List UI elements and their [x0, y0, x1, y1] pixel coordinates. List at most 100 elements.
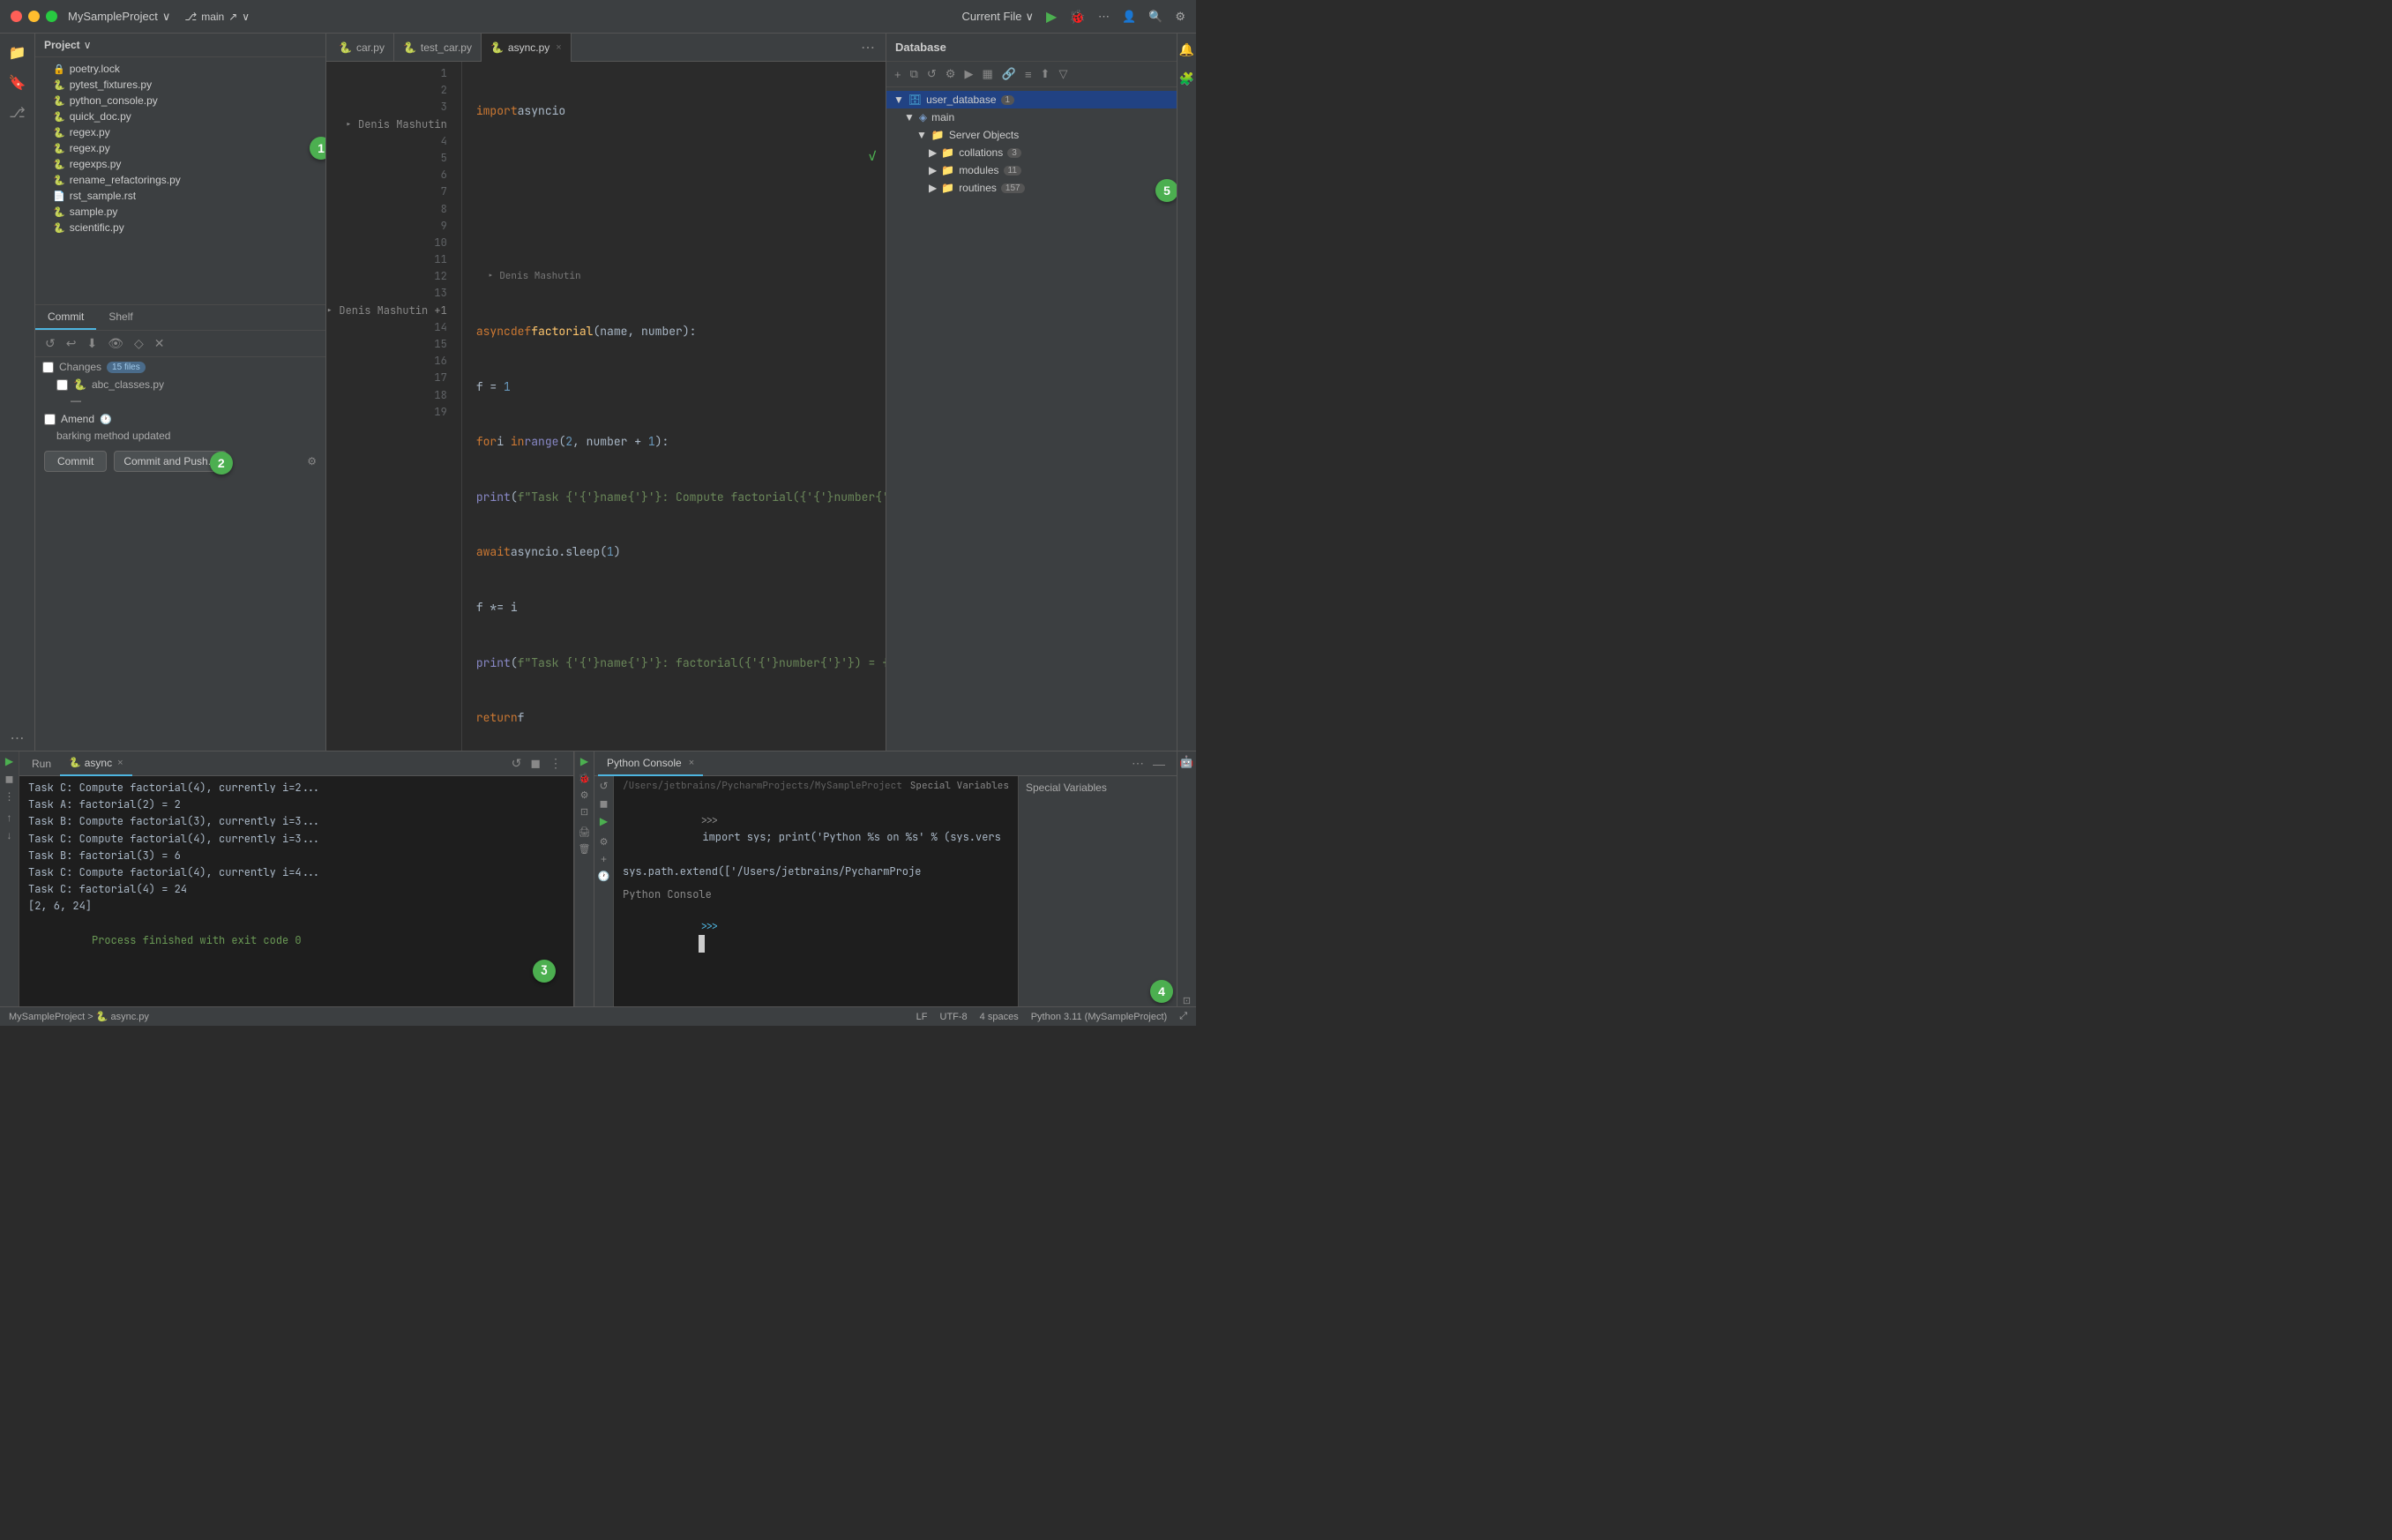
branch-info[interactable]: ⎇ main ↗ ∨	[184, 11, 250, 23]
db-tree-item-schema[interactable]: ▼ ◈ main	[886, 108, 1177, 126]
db-tree-item-database[interactable]: ▼ 🗄 user_database 1	[886, 91, 1177, 108]
user-icon[interactable]: 👤	[1122, 10, 1136, 24]
list-item[interactable]: 🔒 poetry.lock	[35, 61, 325, 77]
run-trash-icon[interactable]: 🗑	[579, 843, 591, 855]
run-play-icon[interactable]: ▶	[5, 755, 13, 767]
commit-button[interactable]: Commit	[44, 451, 107, 472]
settings-gear-icon[interactable]: ⚙	[307, 455, 317, 467]
console-refresh-icon[interactable]: ↺	[599, 780, 608, 792]
db-filter-btn[interactable]: ▽	[1056, 65, 1070, 83]
settings-icon[interactable]: ⚙	[1175, 10, 1185, 24]
tab-car-py[interactable]: 🐍 car.py	[330, 34, 394, 62]
commit-push-button[interactable]: Commit and Push... 2	[114, 451, 226, 472]
refresh-btn[interactable]: ↺	[42, 334, 58, 353]
db-layout-btn[interactable]: ≡	[1022, 66, 1035, 83]
current-file-button[interactable]: Current File ∨	[962, 10, 1034, 24]
db-tree-item-routines[interactable]: ▶ 📁 routines 157 5	[886, 179, 1177, 197]
run-up-icon[interactable]: ↑	[7, 811, 12, 824]
list-item[interactable]: 🐍 regexps.py	[35, 156, 325, 172]
run-more-icon[interactable]: ⋮	[4, 790, 15, 803]
minimize-button[interactable]	[28, 11, 40, 22]
tab-async-py[interactable]: 🐍 async.py ×	[482, 34, 572, 62]
console-run-icon[interactable]: ▶	[600, 815, 608, 827]
tab-commit[interactable]: Commit	[35, 305, 96, 330]
db-console-btn[interactable]: ▶	[961, 65, 975, 83]
list-item[interactable]: 📄 rst_sample.rst	[35, 188, 325, 204]
run-down-icon[interactable]: ↓	[7, 829, 12, 841]
changes-checkbox[interactable]	[42, 362, 54, 373]
fullscreen-button[interactable]	[46, 11, 57, 22]
run-print-icon[interactable]: 🖨	[579, 826, 591, 838]
db-tree-item-modules[interactable]: ▶ 📁 modules 11	[886, 161, 1177, 179]
db-table-btn[interactable]: ▦	[979, 65, 995, 83]
db-export-btn[interactable]: ⬆	[1038, 65, 1053, 83]
tab-shelf[interactable]: Shelf	[96, 305, 145, 330]
notifications-icon[interactable]: 🔔	[1179, 39, 1194, 61]
list-item[interactable]: 🐍 pytest_fixtures.py	[35, 77, 325, 93]
tab-async[interactable]: 🐍 async ×	[60, 751, 132, 776]
db-refresh-btn[interactable]: ↺	[924, 65, 939, 83]
code-content[interactable]: import asyncio ▸ Denis Mashutin async de…	[462, 62, 886, 751]
search-icon[interactable]: 🔍	[1148, 10, 1162, 24]
encoding-indicator[interactable]: UTF-8	[940, 1012, 968, 1022]
tab-python-console[interactable]: Python Console ×	[598, 751, 703, 776]
undo-btn[interactable]: ↩	[64, 334, 79, 353]
diamond-btn[interactable]: ◇	[131, 334, 146, 353]
project-icon[interactable]: 📁	[5, 41, 30, 65]
eye-btn[interactable]: 👁	[105, 334, 126, 353]
run-icon[interactable]: ▶	[1046, 8, 1057, 26]
amend-checkbox[interactable]	[44, 414, 56, 425]
indent-indicator[interactable]: 4 spaces	[980, 1012, 1019, 1022]
python-more-btn[interactable]: ⋯	[1129, 754, 1147, 773]
list-item[interactable]: 🐍 quick_doc.py	[35, 108, 325, 124]
console-clock-icon[interactable]: 🕐	[598, 871, 610, 882]
tab-test-car-py[interactable]: 🐍 test_car.py	[394, 34, 482, 62]
git-icon[interactable]: ⎇	[5, 101, 30, 125]
db-link-btn[interactable]: 🔗	[999, 65, 1019, 83]
more-icon[interactable]: ⋯	[1098, 10, 1110, 24]
run-refresh-btn[interactable]: ↺	[509, 754, 525, 773]
db-add-btn[interactable]: +	[892, 66, 904, 83]
list-item[interactable]: 🐍 scientific.py	[35, 220, 325, 235]
run-terminal-icon[interactable]: ⊡	[580, 806, 588, 818]
run-debug-icon[interactable]: 🐞	[579, 773, 591, 784]
console-add-icon[interactable]: +	[601, 853, 607, 865]
close-console-tab-icon[interactable]: ×	[689, 758, 694, 768]
console-settings-icon[interactable]: ⚙	[600, 836, 609, 848]
db-copy-btn[interactable]: ⧉	[908, 65, 921, 83]
close-tab-icon[interactable]: ×	[556, 42, 561, 53]
python-version-indicator[interactable]: Python 3.11 (MySampleProject)	[1031, 1012, 1167, 1022]
list-item[interactable]: 🐍 sample.py	[35, 204, 325, 220]
plugins-icon[interactable]: 🧩	[1179, 68, 1194, 90]
list-item[interactable]: 🐍 regex.py 1	[35, 140, 325, 156]
code-editor[interactable]: 1 2 3 ▸ Denis Mashutin 4 5 6 7 8 9 10 11…	[326, 62, 886, 751]
changed-file-item[interactable]: 🐍 abc_classes.py	[35, 377, 325, 392]
list-item[interactable]: 🐍 rename_refactorings.py	[35, 172, 325, 188]
run-options-btn[interactable]: ⋮	[547, 754, 564, 773]
run-settings-icon[interactable]: ⚙	[580, 789, 589, 801]
console-stop-icon[interactable]: ◼	[600, 797, 609, 810]
db-tree-item-server-objects[interactable]: ▼ 📁 Server Objects	[886, 126, 1177, 144]
bookmarks-icon[interactable]: 🔖	[5, 71, 30, 95]
close-btn[interactable]: ✕	[152, 334, 168, 353]
list-item[interactable]: 🐍 regex.py	[35, 124, 325, 140]
python-minimize-btn[interactable]: —	[1150, 755, 1168, 773]
download-btn[interactable]: ⬇	[84, 334, 100, 353]
db-tree-item-collations[interactable]: ▶ 📁 collations 3	[886, 144, 1177, 161]
copilot-icon[interactable]: 🤖	[1179, 755, 1193, 769]
python-console-output[interactable]: /Users/jetbrains/PycharmProjects/MySampl…	[614, 776, 1018, 1006]
run-play-2-icon[interactable]: ▶	[580, 755, 588, 767]
more-tools-icon[interactable]: ⋯	[5, 726, 30, 751]
db-settings-btn[interactable]: ⚙	[943, 65, 959, 83]
expand-icon[interactable]: ⤢	[1179, 1011, 1187, 1022]
line-ending-indicator[interactable]: LF	[916, 1012, 928, 1022]
python-prompt-line[interactable]: >>>	[623, 901, 1009, 969]
run-stop-icon[interactable]: ◼	[5, 773, 14, 785]
run-stop-btn[interactable]: ◼	[527, 754, 543, 773]
close-tab-icon[interactable]: ×	[117, 758, 123, 768]
list-item[interactable]: 🐍 python_console.py	[35, 93, 325, 108]
close-button[interactable]	[11, 11, 22, 22]
terminal-icon[interactable]: ⊡	[1183, 995, 1191, 1006]
debug-icon[interactable]: 🐞	[1069, 9, 1086, 25]
tab-more-button[interactable]: ⋯	[854, 39, 882, 56]
